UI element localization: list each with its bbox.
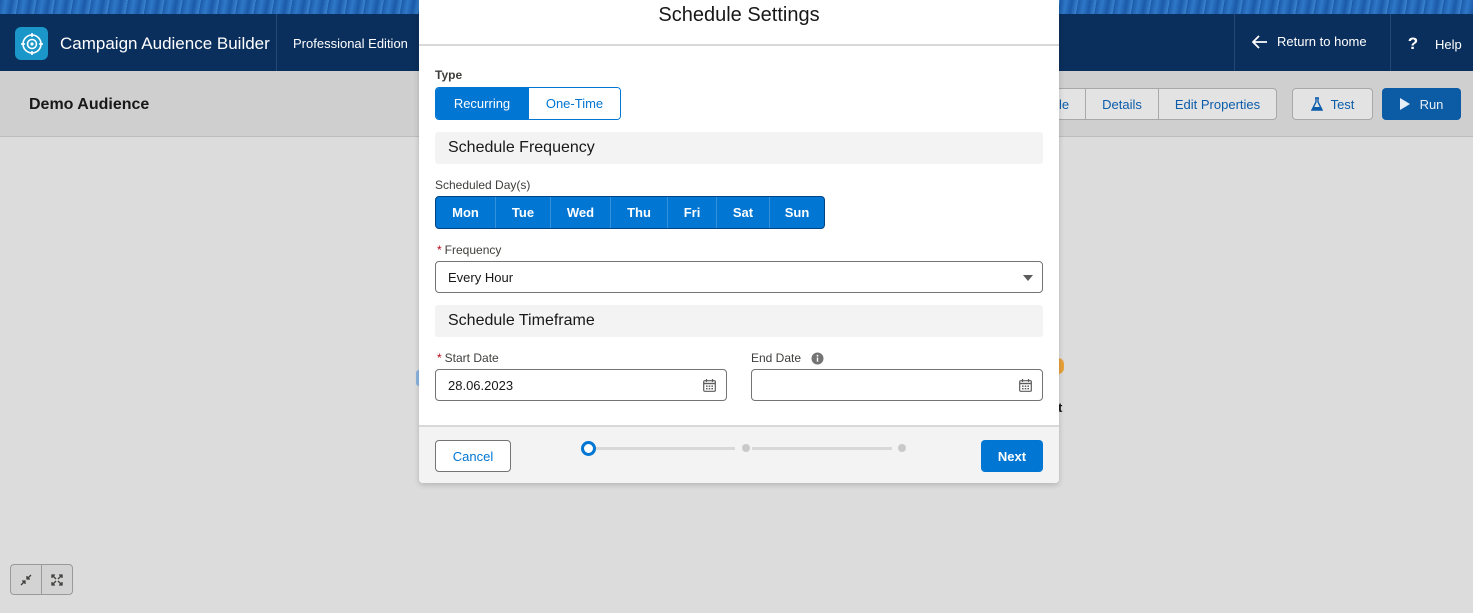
help-label: Help: [1435, 36, 1462, 52]
chevron-down-icon: [1023, 275, 1033, 281]
return-home-label: Return to home: [1277, 34, 1367, 49]
progress-step-2[interactable]: [742, 444, 750, 452]
audience-action-group: le Details Edit Properties: [1040, 88, 1278, 120]
header-divider: [276, 14, 277, 71]
day-wed[interactable]: Wed: [550, 197, 610, 228]
frequency-select[interactable]: Every Hour: [435, 261, 1043, 293]
progress-step-3[interactable]: [898, 444, 906, 452]
app-name: Campaign Audience Builder: [60, 34, 270, 53]
end-date-label-text: End Date: [751, 351, 802, 365]
type-toggle: Recurring One-Time: [435, 87, 621, 120]
arrow-left-icon: [1252, 34, 1267, 49]
step-progress-indicator: [581, 441, 911, 456]
day-thu[interactable]: Thu: [610, 197, 667, 228]
frequency-label-text: Frequency: [444, 243, 502, 257]
scheduled-days-group: Mon Tue Wed Thu Fri Sat Sun: [435, 196, 825, 229]
edition-label: Professional Edition: [293, 36, 408, 51]
progress-step-1[interactable]: [581, 441, 596, 456]
schedule-frequency-section: Schedule Frequency: [435, 132, 1043, 164]
flask-icon: [1310, 97, 1323, 111]
return-home-link[interactable]: Return to home: [1252, 34, 1367, 49]
modal-header: Schedule Settings: [419, 0, 1059, 46]
modal-title: Schedule Settings: [658, 3, 820, 26]
test-button[interactable]: Test: [1292, 88, 1373, 120]
required-marker: *: [437, 243, 442, 257]
calendar-icon[interactable]: [703, 379, 716, 392]
end-date-label: End Date: [751, 351, 824, 365]
end-date-input[interactable]: [751, 369, 1043, 401]
calendar-icon[interactable]: [1019, 379, 1032, 392]
recurring-option[interactable]: Recurring: [436, 88, 528, 119]
edit-properties-button[interactable]: Edit Properties: [1157, 89, 1276, 119]
day-sun[interactable]: Sun: [769, 197, 824, 228]
one-time-option[interactable]: One-Time: [528, 88, 620, 119]
progress-track: [752, 447, 892, 450]
frequency-label: * Frequency: [437, 243, 501, 257]
collapse-icon[interactable]: [11, 565, 41, 594]
app-logo-icon[interactable]: [15, 27, 48, 60]
run-label: Run: [1419, 96, 1444, 112]
required-marker: *: [437, 351, 442, 365]
question-mark-icon: ?: [1407, 34, 1419, 53]
cancel-button[interactable]: Cancel: [435, 440, 511, 472]
start-date-label: * Start Date: [437, 351, 499, 365]
schedule-timeframe-section: Schedule Timeframe: [435, 305, 1043, 337]
type-label: Type: [435, 68, 463, 82]
help-link[interactable]: ? Help: [1406, 34, 1462, 54]
next-button[interactable]: Next: [981, 440, 1043, 472]
schedule-settings-modal: Schedule Settings Type Recurring One-Tim…: [419, 0, 1059, 483]
play-icon: [1399, 98, 1410, 110]
day-mon[interactable]: Mon: [436, 197, 495, 228]
test-label: Test: [1330, 96, 1355, 112]
start-date-value: 28.06.2023: [448, 377, 514, 393]
audience-title: Demo Audience: [29, 96, 150, 113]
info-icon[interactable]: [811, 352, 824, 365]
progress-track: [595, 447, 735, 450]
run-button[interactable]: Run: [1382, 88, 1461, 120]
start-date-label-text: Start Date: [444, 351, 499, 365]
header-divider: [1390, 14, 1391, 71]
header-divider: [1234, 14, 1235, 71]
expand-icon[interactable]: [41, 565, 72, 594]
details-button[interactable]: Details: [1085, 89, 1158, 119]
modal-footer: Cancel Next: [419, 425, 1059, 483]
frequency-value: Every Hour: [448, 269, 514, 285]
day-fri[interactable]: Fri: [667, 197, 716, 228]
start-date-input[interactable]: 28.06.2023: [435, 369, 727, 401]
day-tue[interactable]: Tue: [495, 197, 550, 228]
canvas-zoom-controls: [10, 564, 73, 595]
day-sat[interactable]: Sat: [716, 197, 769, 228]
scheduled-days-label: Scheduled Day(s): [435, 178, 531, 192]
